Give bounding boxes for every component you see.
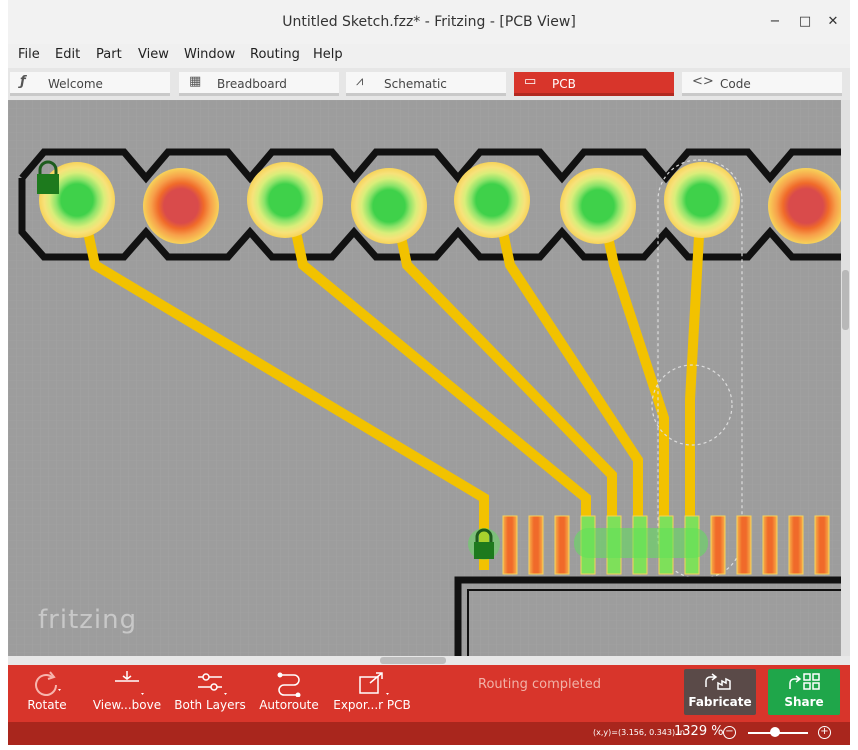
menu-edit[interactable]: Edit <box>55 47 80 62</box>
menu-file[interactable]: File <box>18 47 40 62</box>
zoom-out-button[interactable]: − <box>723 726 736 739</box>
pcb-drawing[interactable] <box>8 100 841 656</box>
tab-label: PCB <box>552 77 576 91</box>
horizontal-scrollbar[interactable] <box>8 656 850 665</box>
connector-lock-icon[interactable] <box>468 528 500 560</box>
vertical-scroll-thumb[interactable] <box>842 270 849 330</box>
view-tab-bar: ƒ Welcome ▦ Breadboard ⩘ Schematic ▭ PCB… <box>8 68 850 100</box>
fritzing-f-icon: ƒ <box>20 74 26 89</box>
zoom-level: 1329 % <box>674 724 724 739</box>
smd-pad[interactable] <box>710 515 726 575</box>
export-pcb-label: Expor...r PCB <box>333 698 411 712</box>
view-from-above-label: View...bove <box>92 698 162 712</box>
pad[interactable] <box>143 168 219 244</box>
maximize-button[interactable]: □ <box>796 13 814 31</box>
smd-pad[interactable] <box>554 515 570 575</box>
fabricate-button[interactable]: Fabricate <box>684 669 756 715</box>
menu-bar: File Edit Part View Window Routing Help <box>8 44 850 68</box>
autoroute-button[interactable]: Autoroute <box>256 665 322 722</box>
tab-label: Welcome <box>48 77 103 91</box>
tab-label: Breadboard <box>217 77 287 91</box>
breadboard-icon: ▦ <box>189 74 202 89</box>
rotate-label: Rotate <box>27 698 67 712</box>
export-pcb-button[interactable]: Expor...r PCB <box>330 665 414 722</box>
zoom-in-button[interactable]: + <box>818 726 831 739</box>
bottom-toolbar: Rotate View...bove Both Layers Autoroute… <box>8 665 850 722</box>
vertical-scrollbar[interactable] <box>841 100 850 656</box>
status-bar: (x,y)=(3.156, 0.343) in 1329 % − + <box>8 722 850 745</box>
cursor-coordinates: (x,y)=(3.156, 0.343) in <box>593 728 685 737</box>
smd-pad[interactable] <box>762 515 778 575</box>
tab-code[interactable]: <> Code <box>682 72 842 96</box>
autoroute-icon <box>277 672 301 697</box>
menu-routing[interactable]: Routing <box>250 47 300 62</box>
routing-status: Routing completed <box>478 677 601 692</box>
tab-pcb[interactable]: ▭ PCB <box>514 72 674 96</box>
tab-welcome[interactable]: ƒ Welcome <box>10 72 170 96</box>
rotate-button[interactable]: Rotate <box>22 665 72 722</box>
zoom-slider-thumb[interactable] <box>770 727 780 737</box>
smd-pad[interactable] <box>528 515 544 575</box>
title-bar: Untitled Sketch.fzz* - Fritzing - [PCB V… <box>8 0 850 44</box>
share-button[interactable]: Share <box>768 669 840 715</box>
fabricate-label: Fabricate <box>688 695 752 709</box>
fabricate-icon <box>705 673 731 690</box>
autoroute-label: Autoroute <box>259 698 319 712</box>
horizontal-scroll-thumb[interactable] <box>380 657 446 664</box>
menu-part[interactable]: Part <box>96 47 122 62</box>
rotate-icon <box>35 671 61 696</box>
code-icon: <> <box>692 74 714 89</box>
app-window: Untitled Sketch.fzz* - Fritzing - [PCB V… <box>8 0 850 745</box>
pad[interactable] <box>351 168 427 244</box>
pcb-icon: ▭ <box>524 74 537 89</box>
pad[interactable] <box>247 162 323 238</box>
menu-window[interactable]: Window <box>184 47 235 62</box>
menu-view[interactable]: View <box>138 47 169 62</box>
highlight-glow <box>574 528 708 558</box>
pad[interactable] <box>768 168 841 244</box>
smd-pad[interactable] <box>736 515 752 575</box>
fritzing-logo: fritzing <box>38 605 138 635</box>
view-from-above-button[interactable]: View...bove <box>90 665 164 722</box>
both-layers-label: Both Layers <box>174 698 246 712</box>
pad[interactable] <box>454 162 530 238</box>
pcb-canvas[interactable]: fritzing <box>8 100 841 656</box>
share-label: Share <box>784 695 824 709</box>
close-button[interactable]: ✕ <box>824 13 842 31</box>
smd-pad[interactable] <box>502 515 518 575</box>
tab-label: Schematic <box>384 77 447 91</box>
tab-breadboard[interactable]: ▦ Breadboard <box>179 72 339 96</box>
layers-icon <box>198 673 227 695</box>
smd-pad[interactable] <box>814 515 830 575</box>
window-title: Untitled Sketch.fzz* - Fritzing - [PCB V… <box>282 14 576 30</box>
smd-pad[interactable] <box>788 515 804 575</box>
pad[interactable] <box>560 168 636 244</box>
tab-schematic[interactable]: ⩘ Schematic <box>346 72 506 96</box>
pad[interactable] <box>39 162 115 238</box>
tab-label: Code <box>720 77 751 91</box>
resistor-icon: ⩘ <box>356 74 364 89</box>
menu-help[interactable]: Help <box>313 47 343 62</box>
minimize-button[interactable]: − <box>766 13 784 31</box>
view-from-above-icon <box>115 671 144 695</box>
both-layers-button[interactable]: Both Layers <box>172 665 248 722</box>
export-icon <box>359 672 389 695</box>
pad[interactable] <box>664 162 740 238</box>
share-icon <box>789 673 820 690</box>
